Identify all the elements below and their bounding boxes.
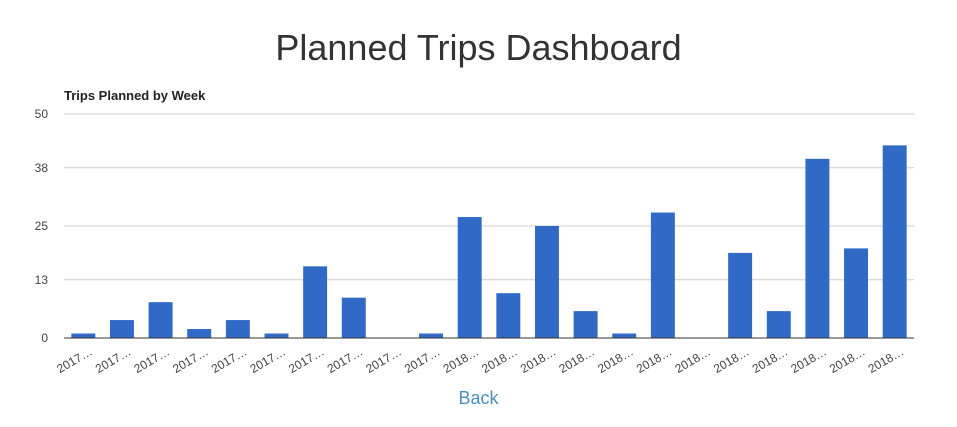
back-link-container: Back — [0, 388, 957, 409]
x-tick-label: 2018… — [479, 344, 520, 375]
y-tick-label: 25 — [35, 219, 49, 233]
y-tick-label: 13 — [35, 273, 49, 287]
x-tick-label: 2018… — [595, 344, 636, 375]
bar — [534, 226, 559, 338]
bar — [264, 333, 289, 338]
x-tick-label: 2017… — [54, 344, 95, 375]
x-tick-label: 2018… — [827, 344, 868, 375]
x-tick-label: 2018… — [634, 344, 675, 375]
x-tick-label: 2018… — [518, 344, 559, 375]
x-tick-label: 2017… — [209, 344, 250, 375]
chart-container: Trips Planned by Week 0 13 25 38 50 2017… 2017…… — [0, 80, 957, 380]
page-title: Planned Trips Dashboard — [275, 27, 682, 68]
x-tick-label: 2017… — [363, 344, 404, 375]
bar — [766, 311, 791, 338]
bar — [805, 158, 830, 338]
bar — [148, 302, 173, 338]
bar — [419, 333, 444, 338]
x-tick-label: 2018… — [788, 344, 829, 375]
bar — [728, 252, 753, 338]
x-tick-label: 2017… — [402, 344, 443, 375]
y-tick-label: 50 — [35, 107, 49, 121]
back-link[interactable]: Back — [458, 388, 498, 408]
x-tick-label: 2018… — [711, 344, 752, 375]
bar — [882, 145, 907, 338]
bar — [457, 217, 482, 338]
x-tick-label: 2017… — [170, 344, 211, 375]
bar — [71, 333, 96, 338]
x-tick-label: 2018… — [866, 344, 907, 375]
bar — [844, 248, 869, 338]
y-tick-label: 0 — [41, 331, 48, 345]
bar — [573, 311, 598, 338]
x-tick-label: 2017… — [93, 344, 134, 375]
bar-chart: Trips Planned by Week0132538502017…2017…… — [35, 88, 914, 376]
x-tick-label: 2017… — [132, 344, 173, 375]
bar — [341, 297, 366, 338]
bar — [109, 320, 134, 338]
bar — [303, 266, 328, 338]
x-tick-label: 2017… — [325, 344, 366, 375]
x-tick-label: 2017… — [247, 344, 288, 375]
bar — [612, 333, 637, 338]
chart-title: Trips Planned by Week — [64, 88, 206, 103]
bar — [187, 329, 212, 338]
bar — [650, 212, 675, 338]
x-tick-label: 2018… — [557, 344, 598, 375]
x-tick-label: 2018… — [750, 344, 791, 375]
x-tick-label: 2018… — [672, 344, 713, 375]
bar — [496, 293, 521, 338]
x-tick-label: 2017… — [286, 344, 327, 375]
x-tick-label: 2018… — [441, 344, 482, 375]
bar — [225, 320, 250, 338]
y-tick-label: 38 — [35, 161, 49, 175]
